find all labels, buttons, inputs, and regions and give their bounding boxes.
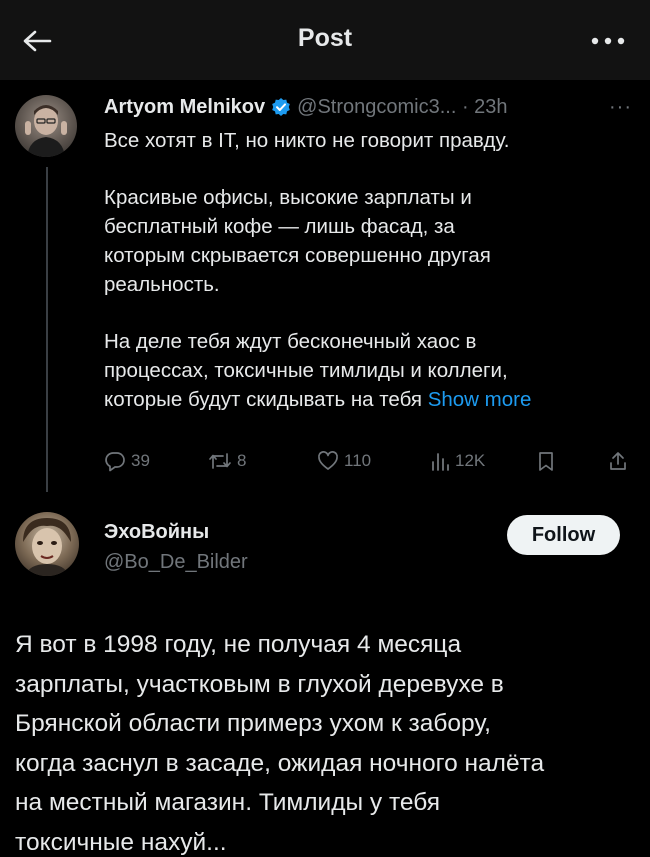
post-paragraph: Красивые офисы, высокие зарплаты и беспл…: [104, 186, 491, 296]
show-more-link[interactable]: Show more: [428, 388, 532, 411]
page-title: Post: [297, 24, 353, 52]
like-button[interactable]: 110: [317, 446, 371, 476]
more-horizontal-icon: [591, 37, 625, 45]
avatar[interactable]: [15, 512, 79, 576]
reply-icon: [105, 452, 125, 472]
post-paragraph: На деле тебя ждут бесконечный хаос в про…: [104, 327, 639, 414]
thread-connector-line: [46, 167, 48, 492]
bookmark-button[interactable]: [536, 446, 561, 476]
quoted-post-text: Все хотят в IT, но никто не говорит прав…: [104, 126, 639, 414]
repost-icon: [209, 453, 231, 469]
author-name[interactable]: Artyom Melnikov: [104, 96, 265, 119]
follow-button[interactable]: Follow: [507, 515, 620, 555]
views-button[interactable]: 12K: [430, 446, 485, 476]
quoted-post-header: Artyom Melnikov @Strongcomic3... · 23h: [104, 92, 508, 122]
bookmark-icon: [539, 452, 553, 471]
avatar[interactable]: [15, 95, 77, 157]
repost-button[interactable]: 8: [208, 446, 246, 476]
like-count: 110: [344, 451, 372, 470]
author-handle[interactable]: @Bo_De_Bilder: [104, 551, 248, 574]
repost-count: 8: [237, 451, 247, 470]
post-more-button[interactable]: ···: [609, 96, 632, 119]
views-count: 12K: [455, 451, 486, 470]
avatar-image: [25, 105, 67, 157]
reply-button[interactable]: 39: [104, 446, 150, 476]
author-handle-time[interactable]: @Strongcomic3... · 23h: [297, 96, 507, 119]
reply-count: 39: [131, 451, 150, 470]
author-name[interactable]: ЭхоВойны: [104, 521, 209, 544]
top-bar: Post: [0, 0, 650, 80]
share-icon: [610, 452, 626, 470]
more-options-button[interactable]: [588, 26, 628, 56]
heart-icon: [318, 451, 338, 470]
avatar-image: [23, 518, 71, 576]
reply-post-text: Я вот в 1998 году, не получая 4 месяца з…: [15, 631, 545, 856]
verified-badge-icon: [271, 97, 291, 117]
post-paragraph: Все хотят в IT, но никто не говорит прав…: [104, 129, 510, 152]
post-actions-bar: 39 8 110 12K: [104, 446, 634, 476]
views-chart-icon: [432, 453, 449, 471]
share-button[interactable]: [608, 446, 633, 476]
